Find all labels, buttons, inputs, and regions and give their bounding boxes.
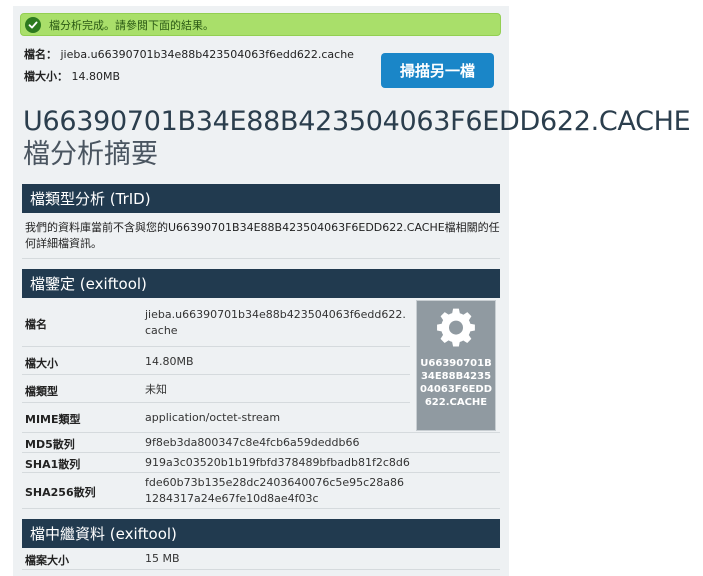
file-size-label: 檔大小： <box>24 70 68 83</box>
section-header-exiftool: 檔鑒定 (exiftool) <box>22 269 500 298</box>
file-type-card: U66390701B34E88B423504063F6EDD622.CACHE <box>416 300 496 431</box>
table-row-divider <box>22 432 500 433</box>
exif-label-md5: MD5散列 <box>25 438 75 451</box>
page-subtitle: 檔分析摘要 <box>23 139 158 170</box>
exif-label-filesize: 檔大小 <box>25 357 58 370</box>
exif-value-md5: 9f8eb3da800347c8e4fcb6a59deddb66 <box>145 436 360 449</box>
section-header-trid: 檔類型分析 (TrID) <box>22 184 500 213</box>
file-name-value: jieba.u66390701b34e88b423504063f6edd622.… <box>60 48 354 61</box>
exif-label-filetype: 檔類型 <box>25 385 58 398</box>
exif-label-sha1: SHA1散列 <box>25 458 81 471</box>
exif-value-filetype: 未知 <box>145 383 167 396</box>
success-alert: 檔分析完成。請參閱下面的結果。 <box>20 13 501 36</box>
table-row-divider <box>22 374 410 375</box>
exif-value-sha256: fde60b73b135e28dc2403640076c5e95c28a8612… <box>145 476 404 505</box>
table-row-divider <box>22 452 500 453</box>
section-header-metadata: 檔中繼資料 (exiftool) <box>22 519 500 548</box>
table-row-divider <box>22 346 410 347</box>
exif-value-filesize: 14.80MB <box>145 355 194 368</box>
exif-value-filename: jieba.u66390701b34e88b423504063f6edd622.… <box>145 308 406 337</box>
exif-label-sha256: SHA256散列 <box>25 486 96 499</box>
exif-value-mime: application/octet-stream <box>145 411 281 424</box>
trid-description: 我們的資料庫當前不含與您的U66390701B34E88B423504063F6… <box>25 221 500 250</box>
table-row-divider <box>22 402 410 403</box>
file-size-value: 14.80MB <box>71 70 121 83</box>
file-name-meta: 檔名： jieba.u66390701b34e88b423504063f6edd… <box>24 46 354 62</box>
table-row-divider <box>22 569 500 570</box>
metadata-value-filesize: 15 MB <box>145 552 180 565</box>
page-title: U66390701B34E88B423504063F6EDD622.CACHE <box>23 106 691 137</box>
alert-message: 檔分析完成。請參閱下面的結果。 <box>49 18 214 32</box>
table-row-divider <box>22 508 500 509</box>
file-card-name: U66390701B34E88B423504063F6EDD622.CACHE <box>419 358 492 408</box>
exif-label-filename: 檔名 <box>25 318 47 331</box>
file-name-label: 檔名： <box>24 48 57 61</box>
scan-another-file-button[interactable]: 掃描另一檔 <box>381 53 494 88</box>
metadata-label-filesize: 檔案大小 <box>25 554 69 567</box>
exif-label-mime: MIME類型 <box>25 413 81 426</box>
file-size-meta: 檔大小： 14.80MB <box>24 68 120 84</box>
exif-value-sha1: 919a3c03520b1b19fbfd378489bfbadb81f2c8d6 <box>145 456 410 469</box>
check-circle-icon <box>25 16 41 33</box>
divider <box>22 258 500 259</box>
gear-icon <box>437 308 475 347</box>
table-row-divider <box>22 472 500 473</box>
